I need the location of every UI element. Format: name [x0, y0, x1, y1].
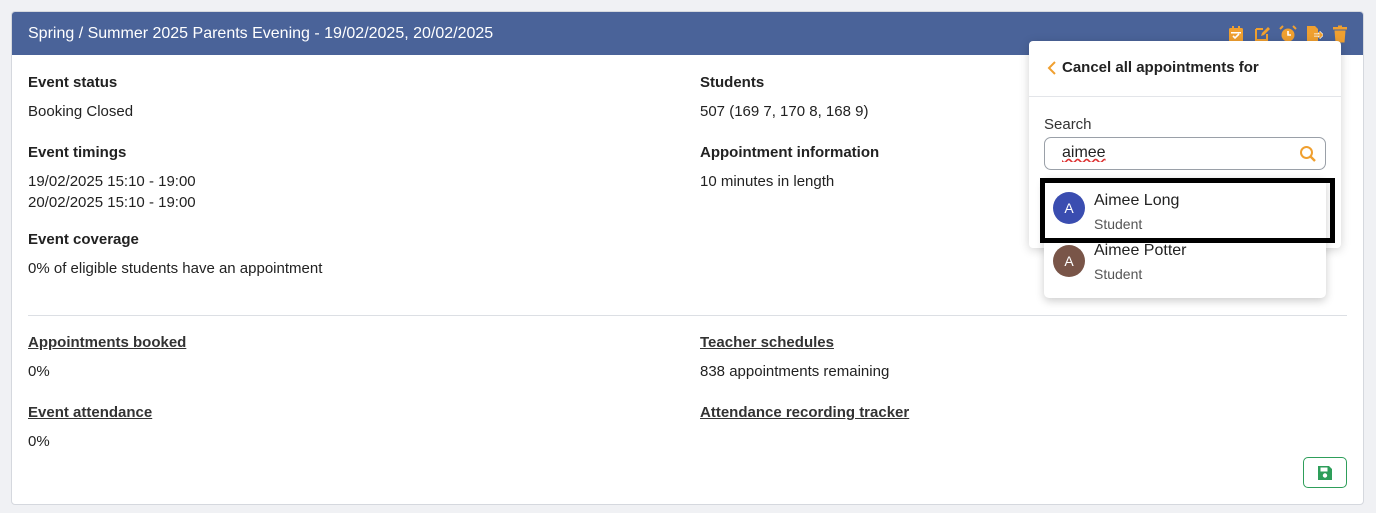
- students-label: Students: [700, 74, 765, 91]
- teacher-schedules-value: 838 appointments remaining: [700, 363, 890, 380]
- search-results: A Aimee Long Student A Aimee Potter Stud…: [1044, 178, 1326, 298]
- appointments-booked-link[interactable]: Appointments booked: [28, 334, 186, 351]
- appointments-booked-value: 0%: [28, 363, 50, 380]
- appointment-info-label: Appointment information: [700, 144, 880, 161]
- cancel-appointments-back[interactable]: Cancel all appointments for: [1047, 59, 1259, 76]
- avatar: A: [1053, 192, 1085, 224]
- attendance-tracker-link[interactable]: Attendance recording tracker: [700, 404, 909, 421]
- teacher-schedules-link[interactable]: Teacher schedules: [700, 334, 834, 351]
- result-name: Aimee Potter: [1094, 242, 1187, 259]
- event-timings-label: Event timings: [28, 144, 127, 161]
- event-timing-1: 19/02/2025 15:10 - 19:00: [28, 173, 196, 190]
- event-coverage-value: 0% of eligible students have an appointm…: [28, 260, 323, 277]
- event-attendance-link[interactable]: Event attendance: [28, 404, 152, 421]
- search-box[interactable]: [1044, 137, 1326, 170]
- panel-divider: [1029, 96, 1341, 97]
- result-item-aimee-long[interactable]: A Aimee Long Student: [1044, 182, 1326, 234]
- event-coverage-label: Event coverage: [28, 231, 139, 248]
- search-icon[interactable]: [1299, 145, 1317, 163]
- appointment-info-value: 10 minutes in length: [700, 173, 835, 190]
- event-timing-2: 20/02/2025 15:10 - 19:00: [28, 194, 196, 211]
- avatar: A: [1053, 245, 1085, 277]
- students-value: 507 (169 7, 170 8, 168 9): [700, 103, 869, 120]
- save-icon: [1318, 465, 1332, 480]
- event-title: Spring / Summer 2025 Parents Evening - 1…: [28, 24, 494, 42]
- chevron-left-icon: [1047, 60, 1056, 75]
- result-item-aimee-potter[interactable]: A Aimee Potter Student: [1044, 236, 1326, 288]
- result-role: Student: [1094, 266, 1143, 282]
- event-status-label: Event status: [28, 74, 118, 91]
- result-role: Student: [1094, 216, 1143, 232]
- event-status-value: Booking Closed: [28, 103, 134, 120]
- search-label: Search: [1044, 116, 1092, 133]
- event-attendance-value: 0%: [28, 433, 50, 450]
- search-input[interactable]: [1062, 144, 1292, 162]
- save-button[interactable]: [1303, 457, 1347, 488]
- section-divider: [28, 315, 1347, 316]
- result-name: Aimee Long: [1094, 192, 1180, 209]
- panel-title: Cancel all appointments for: [1062, 59, 1259, 76]
